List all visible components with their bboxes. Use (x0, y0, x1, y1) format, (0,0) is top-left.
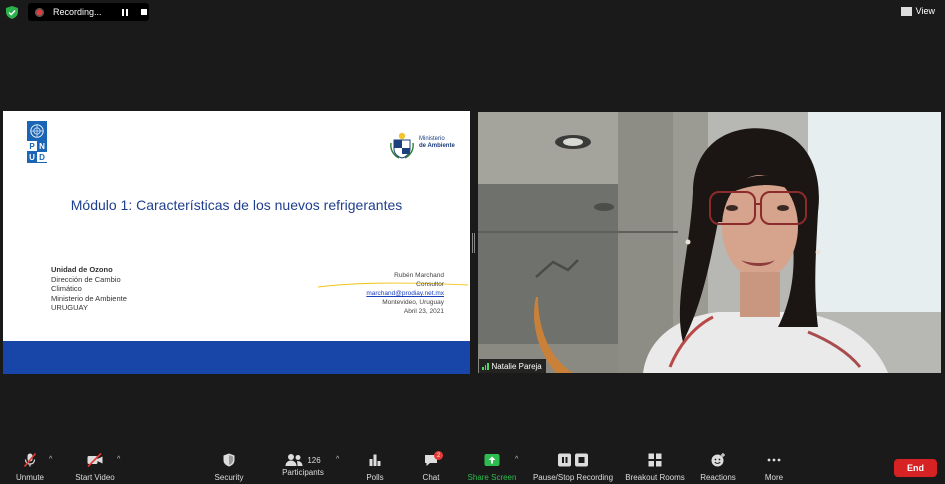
polls-bar-chart-icon (369, 454, 381, 466)
chat-unread-badge: 2 (434, 451, 443, 460)
pnud-letter-p: P (27, 141, 37, 151)
uruguay-coat-of-arms-icon (390, 132, 414, 159)
slide-organization-block: Unidad de Ozono Dirección de Cambio Clim… (51, 265, 127, 313)
recording-indicator: Recording... (28, 3, 149, 21)
slide-footer-band (3, 341, 470, 374)
reactions-button[interactable]: Reactions (697, 452, 739, 482)
participants-label: Participants (282, 468, 324, 477)
slide-presenter-block: Rubén Marchand Consultor marchand@prodia… (366, 271, 444, 316)
start-video-label: Start Video (75, 473, 115, 482)
share-screen-button[interactable]: Share Screen (466, 452, 518, 482)
recording-label: Recording... (53, 7, 102, 17)
date-line: Abril 23, 2021 (403, 308, 444, 315)
stop-recording-icon[interactable] (140, 9, 147, 15)
un-globe-icon (30, 124, 44, 138)
participant-name-tag: Natalie Pareja (479, 359, 546, 373)
org-line: Climático (51, 284, 82, 293)
breakout-rooms-button[interactable]: Breakout Rooms (622, 452, 688, 482)
org-line: Dirección de Cambio (51, 274, 121, 284)
more-dots-icon (767, 458, 781, 462)
more-label: More (764, 473, 784, 482)
end-meeting-button[interactable]: End (894, 459, 937, 477)
ministerio-logo: Ministerio de Ambiente (389, 131, 459, 159)
signal-strength-icon (482, 362, 489, 370)
participants-options-caret-icon[interactable]: ^ (336, 456, 339, 463)
ministerio-line2: de Ambiente (419, 143, 455, 149)
presenter-role: Consultor (416, 281, 444, 288)
participant-video (478, 112, 941, 373)
view-button[interactable]: View (900, 6, 935, 16)
breakout-rooms-label: Breakout Rooms (625, 473, 685, 482)
reactions-label: Reactions (700, 473, 736, 482)
pause-stop-label: Pause/Stop Recording (532, 473, 614, 482)
start-video-button[interactable]: Start Video (70, 452, 120, 482)
breakout-rooms-icon (648, 453, 662, 467)
shield-icon[interactable] (6, 6, 18, 19)
presenter-email-link[interactable]: marchand@prodiay.net.mx (366, 289, 444, 298)
pause-stop-icon (558, 453, 588, 467)
polls-button[interactable]: Polls (360, 452, 390, 482)
org-line: Unidad de Ozono (51, 265, 113, 274)
polls-label: Polls (366, 473, 384, 482)
pnud-letter-u: U (27, 152, 37, 162)
pause-stop-recording-button[interactable]: Pause/Stop Recording (530, 452, 616, 482)
audio-options-caret-icon[interactable]: ^ (49, 456, 52, 463)
location-line: Montevideo, Uruguay (382, 299, 444, 306)
ministerio-line1: Ministerio (419, 136, 445, 142)
shared-screen: P N U D Ministerio de Ambiente Módulo 1:… (3, 111, 470, 374)
participants-button[interactable]: 126 Participants (276, 452, 330, 477)
unmute-label: Unmute (15, 473, 44, 482)
more-button[interactable]: More (760, 452, 788, 482)
view-label: View (915, 6, 935, 16)
participants-count: 126 (307, 455, 321, 465)
pnud-letter-d: D (37, 152, 47, 162)
share-screen-label: Share Screen (467, 473, 517, 482)
participant-name: Natalie Pareja (491, 361, 542, 371)
pnud-letter-n: N (37, 141, 47, 151)
view-grid-icon (900, 6, 912, 16)
security-shield-icon (223, 453, 235, 467)
share-screen-icon (484, 454, 500, 466)
presenter-name: Rubén Marchand (394, 272, 444, 279)
microphone-muted-icon (23, 452, 37, 468)
security-label: Security (214, 473, 244, 482)
unmute-button[interactable]: Unmute (10, 452, 50, 482)
chat-label: Chat (422, 473, 440, 482)
pnud-logo: P N U D (27, 121, 47, 163)
record-dot-icon (35, 7, 44, 17)
participants-icon (285, 454, 303, 466)
security-button[interactable]: Security (209, 452, 249, 482)
reactions-smiley-icon (711, 453, 725, 467)
video-options-caret-icon[interactable]: ^ (117, 456, 120, 463)
resize-handle[interactable] (472, 233, 476, 253)
org-line: URUGUAY (51, 303, 88, 312)
video-off-icon (87, 452, 103, 468)
share-options-caret-icon[interactable]: ^ (515, 456, 518, 463)
slide-title: Módulo 1: Características de los nuevos … (70, 197, 403, 213)
org-line: Ministerio de Ambiente (51, 293, 127, 303)
pause-recording-icon[interactable] (121, 8, 128, 16)
